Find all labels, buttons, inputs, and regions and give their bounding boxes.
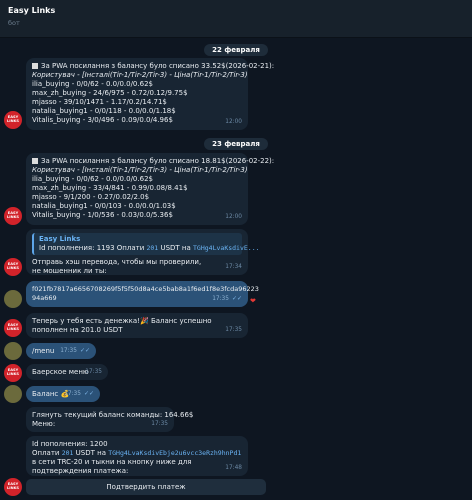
report-row: mjasso - 39/10/1471 - 1.17/0.2/14.71$ bbox=[32, 98, 167, 106]
reply-message[interactable]: Easy Links Id пополнения: 1193 Оплати 20… bbox=[26, 229, 260, 275]
bot-avatar[interactable]: EASY LINKS bbox=[4, 478, 22, 496]
user-avatar[interactable] bbox=[4, 385, 22, 403]
topup-message[interactable]: Id пополнения: 1200 Оплати 201 USDT на T… bbox=[26, 436, 248, 476]
message-time: 17:35 bbox=[151, 421, 168, 427]
bot-avatar[interactable]: EASY LINKS bbox=[4, 111, 22, 129]
read-ticks-icon: ✓✓ bbox=[79, 347, 90, 354]
read-ticks-icon: ✓✓ bbox=[231, 295, 242, 302]
heart-reaction-icon[interactable]: ❤ bbox=[250, 297, 256, 305]
message-time: 17:35 ✓✓ bbox=[64, 390, 94, 397]
hash-message[interactable]: f021fb7817a6656708269f5f5f50d8a4ce5bab8a… bbox=[26, 281, 259, 307]
date-separator: 23 февраля bbox=[0, 138, 472, 150]
bot-avatar[interactable]: EASY LINKS bbox=[4, 364, 22, 382]
bot-avatar[interactable]: EASY LINKS bbox=[4, 258, 22, 276]
balance-message[interactable]: Глянуть текущий баланс команды: 164.66$ … bbox=[26, 407, 193, 432]
balance-command-message[interactable]: Баланс 💰 17:35 ✓✓ bbox=[26, 386, 100, 402]
user-avatar[interactable] bbox=[4, 290, 22, 308]
message-time: 12:00 bbox=[225, 214, 242, 220]
message-time: 17:35 ✓✓ bbox=[60, 347, 90, 354]
report-row: Vitalis_buying - 1/0/536 - 0.03/0.0/5.36… bbox=[32, 211, 173, 219]
read-ticks-icon: ✓✓ bbox=[83, 390, 94, 397]
success-message[interactable]: Теперь у тебя есть денежка!🎉 Баланс успе… bbox=[26, 313, 248, 338]
report-row: ilia_buying - 0/0/62 - 0.0/0.0/0.62$ bbox=[32, 80, 153, 88]
message-time: 17:48 bbox=[225, 465, 242, 471]
report-message[interactable]: За PWA посилання з балансу було списано … bbox=[26, 153, 274, 225]
report-row: max_zh_buying - 24/6/975 - 0.72/0.12/9.7… bbox=[32, 89, 188, 97]
chat-subtitle: бот bbox=[8, 19, 20, 27]
bot-avatar[interactable]: EASY LINKS bbox=[4, 207, 22, 225]
message-time: 17:34 bbox=[225, 264, 242, 270]
menu-command-message[interactable]: /menu 17:35 ✓✓ bbox=[26, 343, 96, 359]
chat-title: Easy Links bbox=[8, 6, 56, 15]
user-avatar[interactable] bbox=[4, 342, 22, 360]
report-row: max_zh_buying - 33/4/841 - 0.99/0.08/8.4… bbox=[32, 184, 188, 192]
message-time: 17:35 bbox=[225, 327, 242, 333]
square-icon bbox=[32, 63, 38, 69]
menu-message[interactable]: Баерское меню 17:35 bbox=[26, 364, 108, 380]
message-time: 17:35 bbox=[85, 369, 102, 375]
report-row: natalia_buying1 - 0/0/118 - 0.0/0.0/1.18… bbox=[32, 107, 176, 115]
square-icon bbox=[32, 158, 38, 164]
message-time: 12:00 bbox=[225, 119, 242, 125]
confirm-payment-button[interactable]: Подтвердить платеж bbox=[26, 479, 266, 495]
reply-quote[interactable]: Easy Links Id пополнения: 1193 Оплати 20… bbox=[32, 233, 260, 255]
chat-header[interactable]: Easy Links бот bbox=[0, 0, 472, 38]
report-row: natalia_buying1 - 0/0/103 - 0.0/0.0/1.03… bbox=[32, 202, 176, 210]
report-row: Vitalis_buying - 3/0/496 - 0.09/0.0/4.96… bbox=[32, 116, 173, 124]
message-time: 17:35 ✓✓ bbox=[212, 295, 242, 302]
report-row: ilia_buying - 0/0/62 - 0.0/0.0/0.62$ bbox=[32, 175, 153, 183]
report-message[interactable]: За PWA посилання з балансу було списано … bbox=[26, 58, 274, 130]
report-row: mjasso - 9/1/200 - 0.27/0.02/2.0$ bbox=[32, 193, 150, 201]
bot-avatar[interactable]: EASY LINKS bbox=[4, 319, 22, 337]
date-separator: 22 февраля bbox=[0, 44, 472, 56]
